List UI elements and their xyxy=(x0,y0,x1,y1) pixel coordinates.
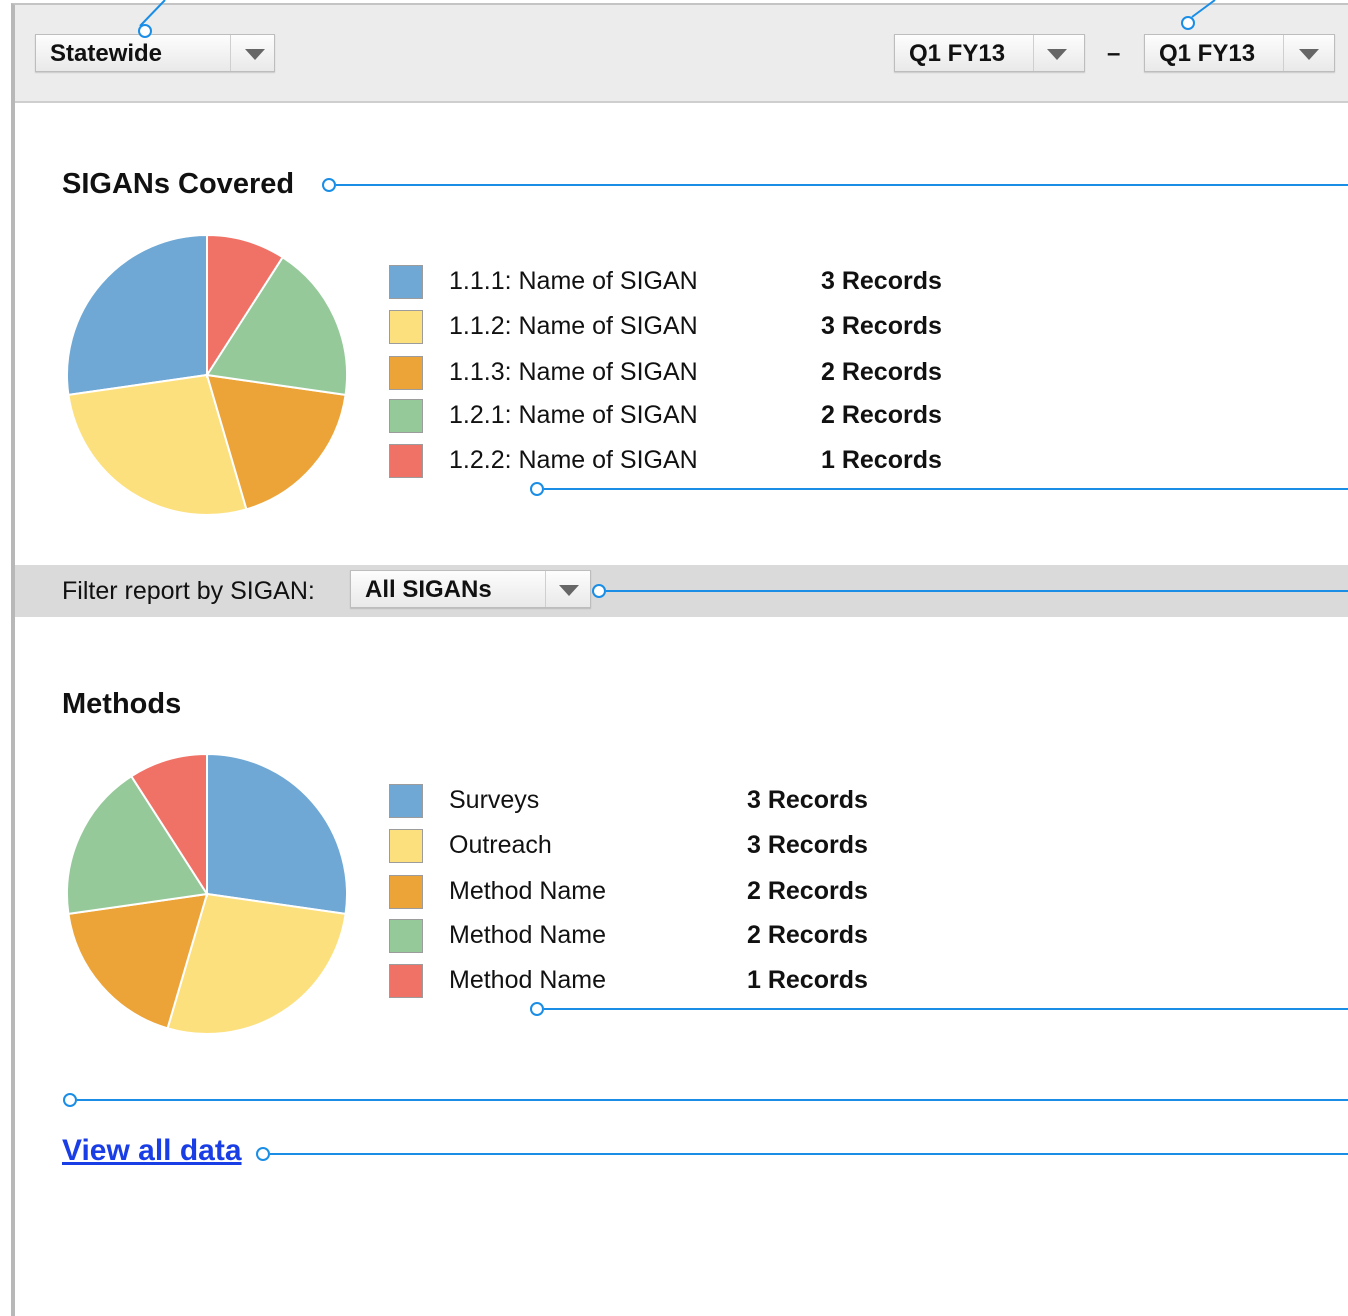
legend-count: 2 Records xyxy=(821,358,942,386)
sigan-filter-dropdown[interactable]: All SIGANs xyxy=(350,570,591,608)
pie-slice xyxy=(206,752,348,916)
legend-label: Method Name xyxy=(449,921,607,949)
legend-label: 1.2.2: Name of SIGAN xyxy=(449,446,698,474)
legend-swatch xyxy=(389,399,423,433)
legend-count: 1 Records xyxy=(821,446,942,474)
chevron-down-icon[interactable] xyxy=(1299,49,1319,60)
pie-slice xyxy=(66,233,208,397)
legend-label: Surveys xyxy=(449,786,540,814)
legend-swatch xyxy=(389,829,423,863)
chevron-down-icon[interactable] xyxy=(245,49,265,60)
legend-swatch xyxy=(389,964,423,998)
legend-label: Method Name xyxy=(449,966,607,994)
period-from-dropdown[interactable]: Q1 FY13 xyxy=(894,34,1085,72)
dropdown-divider xyxy=(1283,35,1284,71)
legend-label: Method Name xyxy=(449,877,607,905)
sigans-pie-chart xyxy=(66,233,348,516)
dropdown-divider xyxy=(545,571,546,607)
legend-swatch xyxy=(389,310,423,344)
legend-swatch xyxy=(389,875,423,909)
region-dropdown-value: Statewide xyxy=(50,40,163,67)
legend-swatch xyxy=(389,444,423,478)
dropdown-divider xyxy=(230,35,231,71)
region-dropdown[interactable]: Statewide xyxy=(35,34,275,72)
chevron-down-icon[interactable] xyxy=(559,585,579,596)
legend-swatch xyxy=(389,265,423,299)
legend-count: 2 Records xyxy=(821,401,942,429)
legend-label: 1.1.3: Name of SIGAN xyxy=(449,358,698,386)
legend-count: 3 Records xyxy=(747,831,868,859)
sigans-section-title: SIGANs Covered xyxy=(62,168,295,200)
period-range-separator: – xyxy=(1107,40,1121,67)
legend-count: 1 Records xyxy=(747,966,868,994)
legend-count: 3 Records xyxy=(821,312,942,340)
legend-label: 1.1.1: Name of SIGAN xyxy=(449,267,698,295)
legend-count: 3 Records xyxy=(747,786,868,814)
legend-swatch xyxy=(389,356,423,390)
sigan-filter-label: Filter report by SIGAN: xyxy=(62,577,315,605)
period-from-value: Q1 FY13 xyxy=(909,40,1006,67)
period-to-value: Q1 FY13 xyxy=(1159,40,1256,67)
sigan-filter-value: All SIGANs xyxy=(365,576,492,603)
methods-pie-chart xyxy=(66,752,348,1035)
sigan-filter-bar: Filter report by SIGAN: xyxy=(15,565,1348,617)
legend-label: 1.1.2: Name of SIGAN xyxy=(449,312,698,340)
methods-section-title: Methods xyxy=(62,688,182,720)
legend-swatch xyxy=(389,784,423,818)
legend-swatch xyxy=(389,919,423,953)
period-to-dropdown[interactable]: Q1 FY13 xyxy=(1144,34,1335,72)
dropdown-divider xyxy=(1033,35,1034,71)
legend-label: 1.2.1: Name of SIGAN xyxy=(449,401,698,429)
chevron-down-icon[interactable] xyxy=(1047,49,1067,60)
legend-label: Outreach xyxy=(449,831,552,859)
legend-count: 2 Records xyxy=(747,877,868,905)
legend-count: 3 Records xyxy=(821,267,942,295)
legend-count: 2 Records xyxy=(747,921,868,949)
view-all-data-link[interactable]: View all data xyxy=(62,1134,242,1168)
